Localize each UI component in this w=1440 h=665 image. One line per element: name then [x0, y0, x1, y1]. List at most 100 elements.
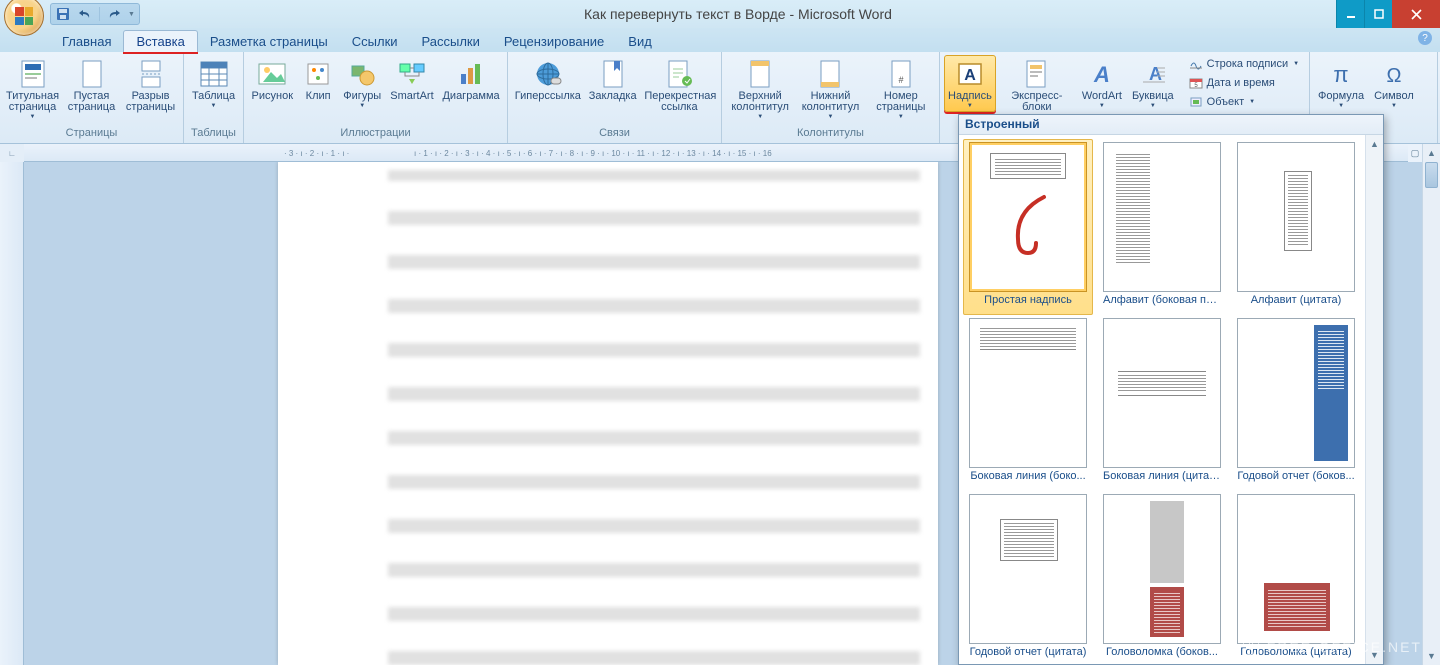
- undo-icon[interactable]: [77, 6, 93, 22]
- qat-customize-icon[interactable]: ▼: [128, 11, 135, 18]
- datetime-button[interactable]: 5Дата и время: [1184, 74, 1303, 92]
- cover-page-button[interactable]: Титульная страница▼: [4, 55, 61, 123]
- group-headerfooter: Верхний колонтитул▼ Нижний колонтитул▼ #…: [722, 52, 940, 143]
- signature-button[interactable]: Строка подписи▼: [1184, 55, 1303, 73]
- svg-text:A: A: [964, 67, 976, 84]
- crossref-button[interactable]: Перекрестная ссылка: [642, 55, 717, 116]
- clip-button[interactable]: Клип: [299, 55, 338, 105]
- bookmark-button[interactable]: Закладка: [586, 55, 640, 105]
- gallery-grid: Простая надпись Алфавит (боковая по... А…: [959, 135, 1365, 664]
- ruler-corner[interactable]: ∟: [0, 144, 24, 162]
- datetime-icon: 5: [1188, 76, 1204, 90]
- tab-references[interactable]: Ссылки: [340, 31, 410, 52]
- tab-mailings[interactable]: Рассылки: [410, 31, 492, 52]
- textbox-button[interactable]: AНадпись▼: [944, 55, 996, 112]
- equation-icon: π: [1325, 58, 1357, 90]
- gallery-scrollbar[interactable]: ▲ ▼: [1365, 135, 1383, 664]
- group-tables: Таблица▼ Таблицы: [184, 52, 244, 143]
- table-button[interactable]: Таблица▼: [188, 55, 239, 112]
- gallery-item-sideline-quote[interactable]: Боковая линия (цитата): [1097, 315, 1227, 491]
- blurred-content: [388, 170, 920, 665]
- office-logo-icon: [15, 7, 33, 25]
- watermark-icon: [1243, 639, 1259, 655]
- quickparts-icon: [1021, 58, 1053, 90]
- minimize-button[interactable]: [1336, 0, 1364, 28]
- svg-text:#: #: [898, 75, 903, 85]
- window-title: Как перевернуть текст в Ворде - Microsof…: [140, 6, 1336, 22]
- group-illustrations: Рисунок Клип Фигуры▼ SmartArt Диаграмма …: [244, 52, 508, 143]
- tab-insert[interactable]: Вставка: [123, 30, 197, 52]
- picture-icon: [256, 58, 288, 90]
- group-illustrations-label: Иллюстрации: [244, 127, 507, 143]
- pagenum-button[interactable]: #Номер страницы▼: [867, 55, 935, 123]
- object-icon: [1188, 95, 1204, 109]
- title-bar: ▼ Как перевернуть текст в Ворде - Micros…: [0, 0, 1440, 28]
- gallery-item-alphabet-quote[interactable]: Алфавит (цитата): [1231, 139, 1361, 315]
- page-break-button[interactable]: Разрыв страницы: [122, 55, 179, 116]
- group-links: Гиперссылка Закладка Перекрестная ссылка…: [508, 52, 722, 143]
- dropcap-icon: A: [1137, 58, 1169, 90]
- redo-icon[interactable]: [106, 6, 122, 22]
- signature-icon: [1188, 57, 1204, 71]
- ruler-toggle[interactable]: ▢: [1408, 144, 1422, 162]
- equation-button[interactable]: πФормула▼: [1314, 55, 1368, 112]
- chart-icon: [455, 58, 487, 90]
- footer-icon: [814, 58, 846, 90]
- hyperlink-icon: [532, 58, 564, 90]
- table-icon: [198, 58, 230, 90]
- cover-page-icon: [17, 58, 49, 90]
- vertical-ruler[interactable]: [0, 162, 24, 665]
- hyperlink-button[interactable]: Гиперссылка: [512, 55, 584, 105]
- tab-view[interactable]: Вид: [616, 31, 664, 52]
- dropcap-button[interactable]: AБуквица▼: [1128, 55, 1178, 112]
- gallery-item-alphabet-side[interactable]: Алфавит (боковая по...: [1097, 139, 1227, 315]
- scroll-thumb[interactable]: [1425, 162, 1438, 188]
- group-pages-label: Страницы: [0, 127, 183, 143]
- footer-button[interactable]: Нижний колонтитул▼: [796, 55, 864, 123]
- scroll-down-icon[interactable]: ▼: [1423, 647, 1440, 665]
- watermark: FREE-OFFICE.NET: [1243, 639, 1422, 655]
- scroll-up-icon[interactable]: ▲: [1423, 144, 1440, 162]
- tab-review[interactable]: Рецензирование: [492, 31, 616, 52]
- ribbon-tabs: Главная Вставка Разметка страницы Ссылки…: [0, 28, 1440, 52]
- group-headerfooter-label: Колонтитулы: [722, 127, 939, 143]
- document-page[interactable]: [278, 162, 938, 665]
- group-tables-label: Таблицы: [184, 127, 243, 143]
- symbol-icon: Ω: [1378, 58, 1410, 90]
- pagenum-icon: #: [885, 58, 917, 90]
- header-icon: [744, 58, 776, 90]
- gallery-item-simple-textbox[interactable]: Простая надпись: [963, 139, 1093, 315]
- tab-home[interactable]: Главная: [50, 31, 123, 52]
- chart-button[interactable]: Диаграмма: [439, 55, 503, 105]
- object-button[interactable]: Объект▼: [1184, 93, 1303, 111]
- gallery-item-sideline-side[interactable]: Боковая линия (боко...: [963, 315, 1093, 491]
- shapes-button[interactable]: Фигуры▼: [340, 55, 385, 112]
- blank-page-icon: [76, 58, 108, 90]
- window-controls: [1336, 0, 1440, 28]
- quickparts-button[interactable]: Экспресс-блоки▼: [998, 55, 1076, 123]
- header-button[interactable]: Верхний колонтитул▼: [726, 55, 794, 123]
- vertical-scrollbar[interactable]: ▲ ▼: [1422, 144, 1440, 665]
- svg-text:A: A: [1149, 64, 1162, 84]
- smartart-icon: [396, 58, 428, 90]
- picture-button[interactable]: Рисунок: [248, 55, 297, 105]
- blank-page-button[interactable]: Пустая страница: [63, 55, 120, 116]
- maximize-button[interactable]: [1364, 0, 1392, 28]
- gallery-item-annual-side[interactable]: Годовой отчет (боков...: [1231, 315, 1361, 491]
- svg-text:Ω: Ω: [1386, 65, 1401, 87]
- group-links-label: Связи: [508, 127, 721, 143]
- wordart-icon: A: [1086, 58, 1118, 90]
- close-button[interactable]: [1392, 0, 1440, 28]
- shapes-icon: [346, 58, 378, 90]
- gallery-scroll-up-icon[interactable]: ▲: [1366, 135, 1383, 153]
- gallery-heading: Встроенный: [959, 115, 1383, 135]
- quick-access-toolbar: ▼: [50, 0, 140, 28]
- tab-page-layout[interactable]: Разметка страницы: [198, 31, 340, 52]
- wordart-button[interactable]: AWordArt▼: [1078, 55, 1126, 112]
- gallery-item-annual-quote[interactable]: Годовой отчет (цитата): [963, 491, 1093, 664]
- help-icon[interactable]: ?: [1418, 31, 1432, 45]
- save-icon[interactable]: [55, 6, 71, 22]
- gallery-item-puzzle-side[interactable]: Головоломка (боков...: [1097, 491, 1227, 664]
- symbol-button[interactable]: ΩСимвол▼: [1370, 55, 1418, 112]
- smartart-button[interactable]: SmartArt: [387, 55, 437, 105]
